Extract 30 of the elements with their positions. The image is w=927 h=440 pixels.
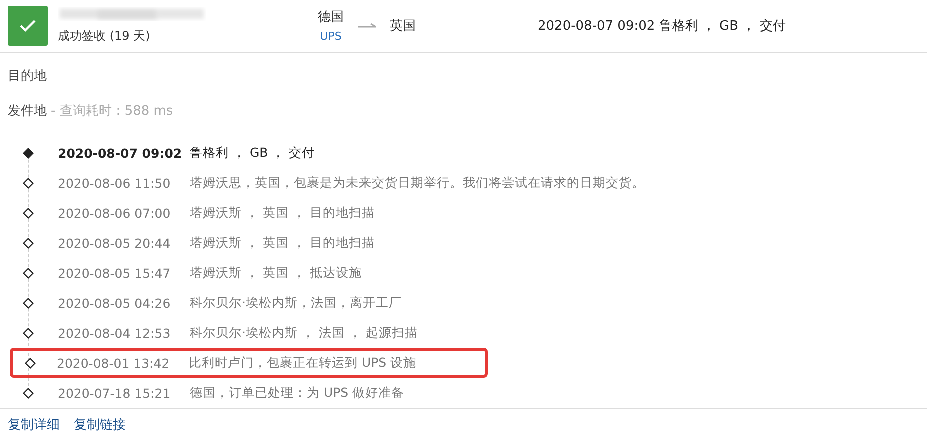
event-description: 塔姆沃思，英国，包裹是为未来交货日期举行。我们将尝试在请求的日期交货。 xyxy=(190,174,645,192)
event-description: 塔姆沃斯 ， 英国 ， 目的地扫描 xyxy=(190,204,375,222)
event-time: 2020-08-05 04:26 xyxy=(58,296,172,311)
event-description: 比利时卢门，包裹正在转运到 UPS 设施 xyxy=(189,354,417,372)
check-icon xyxy=(20,20,36,32)
copy-link[interactable]: 复制详细 xyxy=(8,416,60,434)
event-time: 2020-08-04 12:53 xyxy=(58,326,172,341)
arrow-icon xyxy=(358,22,376,29)
section-label: 目的地 xyxy=(8,68,47,85)
event-time: 2020-08-06 07:00 xyxy=(58,206,172,221)
destination-country: 英国 xyxy=(390,18,416,35)
event-description: 塔姆沃斯 ， 英国 ， 目的地扫描 xyxy=(190,234,375,252)
event-time: 2020-08-05 15:47 xyxy=(58,266,172,281)
event-time: 2020-08-06 11:50 xyxy=(58,176,172,191)
event-time: 2020-08-01 13:42 xyxy=(57,356,171,371)
event-time: 2020-08-07 09:02 xyxy=(58,146,184,161)
event-description: 德国，订单已处理：为 UPS 做好准备 xyxy=(190,384,405,402)
event-time: 2020-08-05 20:44 xyxy=(58,236,172,251)
event-description: 科尔贝尔·埃松内斯 ， 法国 ， 起源扫描 xyxy=(190,324,418,342)
carrier-link[interactable]: UPS xyxy=(320,30,342,44)
latest-event: 2020-08-07 09:02 鲁格利 ， GB ， 交付 xyxy=(538,18,786,35)
event-time: 2020-07-18 15:21 xyxy=(58,386,172,401)
copy-link[interactable]: 复制链接 xyxy=(74,416,126,434)
section-label: 发件地 xyxy=(8,103,47,120)
event-description: 科尔贝尔·埃松内斯，法国，离开工厂 xyxy=(190,294,402,312)
event-description: 塔姆沃斯 ， 英国 ， 抵达设施 xyxy=(190,264,362,282)
delivery-status: 成功签收 (19 天) xyxy=(58,28,152,46)
query-time: - 查询耗时：588 ms xyxy=(51,103,174,120)
event-description: 鲁格利 ， GB ， 交付 xyxy=(190,144,316,162)
origin-country: 德国 xyxy=(318,9,344,26)
